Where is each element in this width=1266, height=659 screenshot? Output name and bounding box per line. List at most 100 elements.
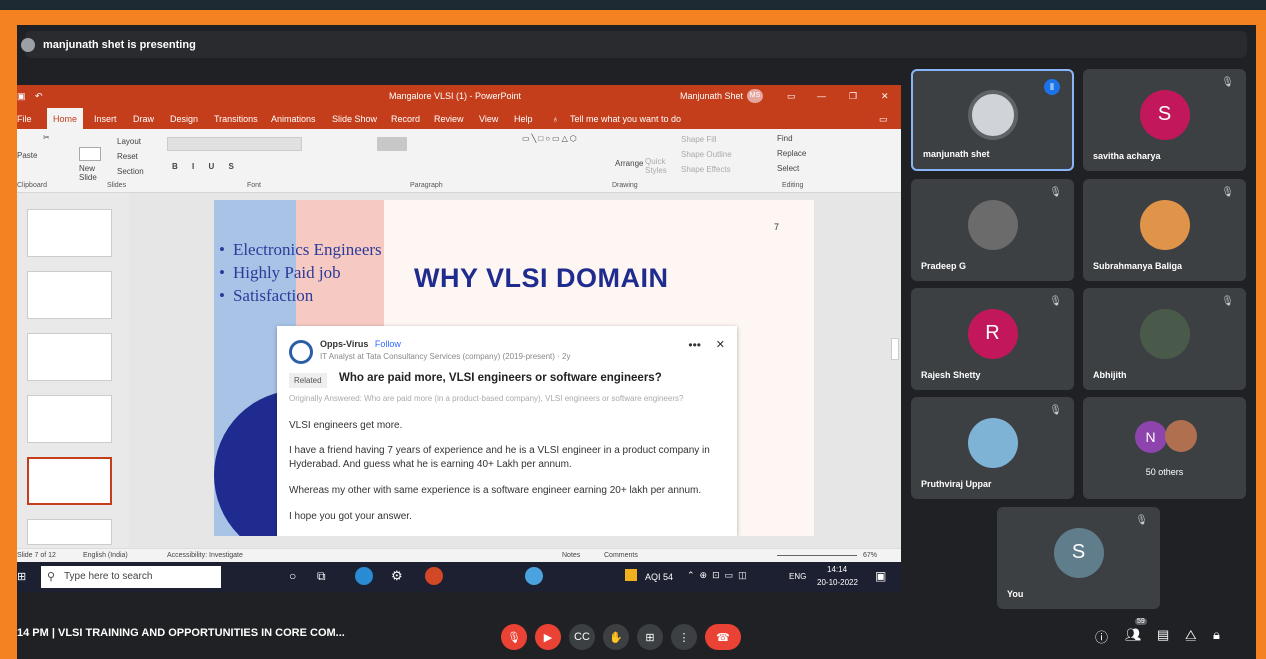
- self-tile[interactable]: S 🎙︎ You: [997, 507, 1160, 609]
- more-icon[interactable]: •••: [688, 338, 701, 352]
- notification-icon[interactable]: ▣: [875, 569, 886, 583]
- present-icon[interactable]: ⊞: [637, 624, 663, 650]
- follow-link[interactable]: Follow: [375, 339, 401, 349]
- zoom-slider[interactable]: [777, 555, 857, 556]
- arrange-button[interactable]: Arrange: [615, 159, 643, 168]
- tab-record[interactable]: Record: [391, 114, 420, 124]
- participant-tile[interactable]: S 🎙︎ savitha acharya: [1083, 69, 1246, 171]
- slide-thumb-selected[interactable]: [27, 457, 112, 505]
- chat-icon[interactable]: ▤: [1157, 627, 1169, 643]
- weather-icon[interactable]: [625, 569, 637, 581]
- close-icon[interactable]: ✕: [716, 338, 725, 351]
- author-name[interactable]: Opps-Virus: [320, 339, 368, 349]
- tab-help[interactable]: Help: [514, 114, 533, 124]
- tab-home[interactable]: Home: [47, 108, 84, 129]
- tab-insert[interactable]: Insert: [94, 114, 117, 124]
- tab-animations[interactable]: Animations: [271, 114, 316, 124]
- shape-effects-button[interactable]: Shape Effects: [681, 165, 731, 174]
- save-icon[interactable]: ▣: [17, 91, 26, 102]
- leave-call-icon[interactable]: ☎: [705, 624, 741, 650]
- slide-canvas[interactable]: Electronics Engineers Highly Paid job Sa…: [214, 200, 814, 536]
- answer-paragraph: I hope you got your answer.: [289, 511, 412, 522]
- select-button[interactable]: Select: [777, 164, 799, 173]
- slide-thumb[interactable]: [27, 209, 112, 257]
- comments-button[interactable]: Comments: [604, 552, 638, 559]
- meeting-details[interactable]: 14 PM | VLSI TRAINING AND OPPORTUNITIES …: [17, 627, 345, 639]
- participant-tile[interactable]: ⦀ manjunath shet: [911, 69, 1074, 171]
- question-title[interactable]: Who are paid more, VLSI engineers or sof…: [339, 372, 662, 384]
- slide-thumb[interactable]: [27, 271, 112, 319]
- maximize-icon[interactable]: ❐: [849, 91, 857, 102]
- tell-me-search[interactable]: Tell me what you want to do: [570, 114, 681, 124]
- slide-thumb[interactable]: [27, 333, 112, 381]
- bullets-icon[interactable]: [377, 137, 407, 151]
- reset-button[interactable]: Reset: [117, 152, 138, 161]
- profile-avatar: [289, 340, 313, 364]
- cortana-icon[interactable]: ○: [289, 569, 296, 583]
- language-status[interactable]: English (India): [83, 552, 128, 559]
- tab-slide-show[interactable]: Slide Show: [332, 114, 377, 124]
- shape-outline-button[interactable]: Shape Outline: [681, 150, 732, 159]
- participant-tile[interactable]: 🎙︎ Pradeep G: [911, 179, 1074, 281]
- zoom-level[interactable]: 67%: [863, 552, 877, 559]
- info-icon[interactable]: ⓘ: [1095, 627, 1108, 646]
- presenter-avatar: [21, 37, 35, 52]
- paste-label[interactable]: Paste: [17, 151, 37, 160]
- participant-tile[interactable]: 🎙︎ Pruthviraj Uppar: [911, 397, 1074, 499]
- mic-toggle-icon[interactable]: 🎙︎: [501, 624, 527, 650]
- participant-tile[interactable]: R 🎙︎ Rajesh Shetty: [911, 288, 1074, 390]
- aqi-label[interactable]: AQI 54: [645, 572, 673, 582]
- new-slide-label[interactable]: New Slide: [79, 164, 103, 182]
- others-tile[interactable]: N 50 others: [1083, 397, 1246, 499]
- windows-start-icon[interactable]: ⊞: [17, 570, 26, 583]
- participant-tile[interactable]: 🎙︎ Subrahmanya Baliga: [1083, 179, 1246, 281]
- new-slide-icon[interactable]: [79, 147, 101, 161]
- tab-draw[interactable]: Draw: [133, 114, 154, 124]
- participant-tile[interactable]: 🎙︎ Abhijith: [1083, 288, 1246, 390]
- scrollbar-thumb[interactable]: [891, 338, 899, 360]
- tab-file[interactable]: File: [17, 114, 32, 124]
- replace-button[interactable]: Replace: [777, 149, 806, 158]
- section-button[interactable]: Section: [117, 167, 144, 176]
- tab-review[interactable]: Review: [434, 114, 464, 124]
- captions-icon[interactable]: CC: [569, 624, 595, 650]
- clock-date[interactable]: 20-10-2022: [817, 578, 858, 587]
- slide-thumb[interactable]: [27, 519, 112, 545]
- host-controls-icon[interactable]: 🔒︎: [1213, 627, 1220, 643]
- slide-thumbnails[interactable]: [17, 193, 129, 548]
- powerpoint-icon[interactable]: [425, 567, 443, 585]
- tray-icons[interactable]: ⌃⊕⊡▭◫: [687, 570, 752, 581]
- input-language[interactable]: ENG: [789, 572, 806, 581]
- ribbon-display-icon[interactable]: ▭: [787, 91, 796, 102]
- shapes-gallery[interactable]: ▭╲□○▭△⬡: [522, 134, 579, 143]
- clock-time[interactable]: 14:14: [827, 565, 847, 574]
- slide-thumb[interactable]: [27, 395, 112, 443]
- activities-icon[interactable]: ⧋: [1185, 627, 1197, 643]
- user-avatar[interactable]: MS: [747, 89, 763, 103]
- close-icon[interactable]: ✕: [881, 91, 889, 102]
- comments-icon[interactable]: ▭: [879, 114, 888, 125]
- chrome-icon[interactable]: [525, 567, 543, 585]
- taskbar-search[interactable]: ⚲ Type here to search: [41, 566, 221, 588]
- layout-button[interactable]: Layout: [117, 137, 141, 146]
- notes-button[interactable]: Notes: [562, 552, 580, 559]
- raise-hand-icon[interactable]: ✋: [603, 624, 629, 650]
- shape-fill-button[interactable]: Shape Fill: [681, 135, 717, 144]
- camera-toggle-icon[interactable]: ▶: [535, 624, 561, 650]
- tab-transitions[interactable]: Transitions: [214, 114, 258, 124]
- find-button[interactable]: Find: [777, 134, 793, 143]
- edge-icon[interactable]: [355, 567, 373, 585]
- undo-icon[interactable]: ↶: [35, 91, 43, 102]
- more-options-icon[interactable]: ⋮: [671, 624, 697, 650]
- tab-design[interactable]: Design: [170, 114, 198, 124]
- cut-icon[interactable]: ✂: [43, 133, 50, 142]
- settings-icon[interactable]: ⚙: [391, 568, 403, 584]
- tab-view[interactable]: View: [479, 114, 498, 124]
- minimize-icon[interactable]: —: [817, 91, 826, 101]
- people-icon[interactable]: 👥︎: [1125, 627, 1142, 643]
- accessibility-status[interactable]: Accessibility: Investigate: [167, 552, 243, 559]
- task-view-icon[interactable]: ⧉: [317, 569, 326, 584]
- font-format-icons[interactable]: B I U S: [172, 162, 240, 171]
- quick-styles-button[interactable]: Quick Styles: [645, 157, 669, 175]
- font-name-select[interactable]: [167, 137, 302, 151]
